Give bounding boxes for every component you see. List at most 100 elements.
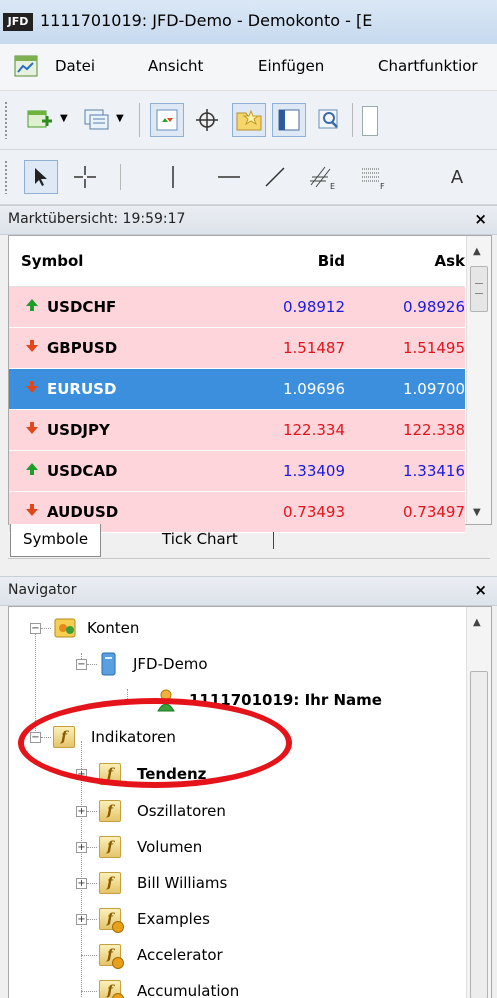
tab-symbole[interactable]: Symbole (10, 524, 102, 557)
nav-item-bill-williams[interactable]: f Bill Williams (99, 867, 227, 899)
horizontal-line-button[interactable] (212, 160, 246, 194)
market-watch-panel: Symbol Bid Ask USDCHF 0.98912 0.98926 GBPUS… (8, 235, 492, 533)
table-row[interactable]: USDJPY 122.334 122.338 (9, 410, 465, 451)
partial-toolbar-icon[interactable] (362, 106, 378, 136)
tab-tick-chart[interactable]: Tick Chart (150, 524, 250, 556)
nav-item-tendenz[interactable]: f Tendenz (99, 758, 206, 790)
market-watch-title: Marktübersicht: 19:59:17 (8, 211, 186, 227)
accounts-icon (54, 618, 76, 638)
expander-collapse-icon[interactable]: − (76, 659, 87, 670)
fibonacci-button[interactable]: F (356, 160, 390, 194)
tree-line (87, 847, 97, 848)
tester-icon (318, 109, 338, 129)
table-row[interactable]: EURUSD 1.09696 1.09700 (9, 369, 465, 410)
tab-separator (273, 532, 274, 549)
title-bar[interactable]: JFD 1111701019: JFD-Demo - Demokonto - [… (0, 0, 497, 45)
navigator-toggle-button[interactable] (232, 103, 266, 137)
nav-item-accelerator[interactable]: f Accelerator (99, 939, 223, 971)
menu-datei[interactable]: Datei (55, 57, 95, 75)
equidistant-channel-button[interactable]: E (306, 160, 340, 194)
profiles-button[interactable] (80, 103, 114, 137)
nav-item-indikatoren[interactable]: f Indikatoren (53, 721, 176, 753)
menu-chartfunktionen[interactable]: Chartfunktior (378, 57, 478, 75)
tree-line (81, 955, 97, 956)
price-down-arrow-icon (21, 339, 43, 357)
menu-ansicht[interactable]: Ansicht (148, 57, 203, 75)
nav-item-jfd-demo[interactable]: JFD-Demo (99, 648, 208, 680)
expander-expand-icon[interactable]: + (76, 878, 87, 889)
tree-line (41, 628, 51, 629)
nav-item-oszillatoren[interactable]: f Oszillatoren (99, 795, 226, 827)
trendline-button[interactable] (258, 160, 292, 194)
nav-item-konten[interactable]: Konten (53, 612, 139, 644)
terminal-icon (278, 109, 300, 131)
expander-expand-icon[interactable]: + (76, 842, 87, 853)
profiles-dropdown-icon[interactable]: ▼ (116, 113, 124, 124)
table-row[interactable]: USDCAD 1.33409 1.33416 (9, 451, 465, 492)
scrollbar-thumb[interactable] (470, 266, 488, 312)
market-watch-toggle-button[interactable] (150, 103, 184, 137)
tree-line (127, 689, 128, 703)
market-watch-close-icon[interactable]: × (474, 210, 487, 228)
new-chart-icon (27, 110, 52, 128)
tree-line (127, 703, 153, 704)
toolbar-grip[interactable] (4, 101, 8, 139)
navigator-scrollbar[interactable]: ▲ (466, 607, 491, 998)
expander-expand-icon[interactable]: + (76, 769, 87, 780)
navigator-close-icon[interactable]: × (474, 581, 487, 599)
toolbar-separator (139, 103, 140, 137)
crosshair-tool-icon (74, 166, 96, 188)
scroll-up-arrow-icon[interactable]: ▲ (473, 246, 481, 257)
indicator-folder-icon: f (99, 763, 121, 785)
expander-collapse-icon[interactable]: − (30, 623, 41, 634)
symbol-cell: EURUSD (9, 380, 261, 398)
navigator-title: Navigator (8, 582, 77, 598)
symbol-cell: USDJPY (9, 421, 261, 439)
column-header-ask[interactable]: Ask (345, 252, 465, 270)
table-row[interactable]: GBPUSD 1.51487 1.51495 (9, 328, 465, 369)
svg-text:F: F (380, 182, 385, 191)
scroll-up-arrow-icon[interactable]: ▲ (473, 617, 481, 628)
ask-cell: 1.51495 (402, 339, 465, 357)
new-chart-dropdown-icon[interactable]: ▼ (60, 113, 68, 124)
tree-line (87, 664, 97, 665)
symbol-cell: GBPUSD (9, 339, 261, 357)
data-window-button[interactable] (190, 103, 224, 137)
symbol-label: GBPUSD (47, 339, 118, 357)
terminal-toggle-button[interactable] (272, 103, 306, 137)
symbol-label: USDCAD (47, 462, 118, 480)
text-tool-button[interactable]: A (440, 160, 474, 194)
nav-item-volumen[interactable]: f Volumen (99, 831, 202, 863)
chart-window-icon[interactable] (14, 55, 38, 77)
tree-line (35, 633, 36, 743)
cursor-tool-button[interactable] (24, 160, 58, 194)
ask-cell: 122.338 (402, 421, 465, 439)
column-header-symbol[interactable]: Symbol (9, 252, 261, 270)
indicator-folder-icon: f (99, 836, 121, 858)
table-row[interactable]: USDCHF 0.98912 0.98926 (9, 287, 465, 328)
nav-item-account[interactable]: 1111701019: Ihr Name (155, 684, 382, 716)
main-toolbar: ▼ ▼ (0, 91, 497, 150)
market-watch-scrollbar[interactable]: ▲ ▼ (466, 236, 491, 524)
crosshair-tool-button[interactable] (68, 160, 102, 194)
nav-item-examples[interactable]: f Examples (99, 903, 210, 935)
symbol-label: USDJPY (47, 421, 110, 439)
strategy-tester-button[interactable] (312, 103, 346, 137)
bid-cell: 122.334 (282, 421, 345, 439)
nav-item-accumulation[interactable]: f Accumulation (99, 975, 239, 998)
bid-cell: 0.98912 (282, 298, 345, 316)
column-header-bid[interactable]: Bid (261, 252, 345, 270)
scrollbar-thumb[interactable] (470, 671, 488, 998)
expander-expand-icon[interactable]: + (76, 914, 87, 925)
vertical-line-button[interactable] (156, 160, 190, 194)
scroll-down-arrow-icon[interactable]: ▼ (473, 507, 481, 518)
indicator-folder-icon: f (99, 872, 121, 894)
new-chart-button[interactable] (24, 103, 58, 137)
toolbar-grip[interactable] (4, 160, 8, 194)
price-up-arrow-icon (21, 462, 43, 480)
expander-collapse-icon[interactable]: − (30, 732, 41, 743)
price-down-arrow-icon (21, 503, 43, 521)
bid-cell: 1.09696 (282, 380, 345, 398)
expander-expand-icon[interactable]: + (76, 806, 87, 817)
menu-einfuegen[interactable]: Einfügen (258, 57, 324, 75)
